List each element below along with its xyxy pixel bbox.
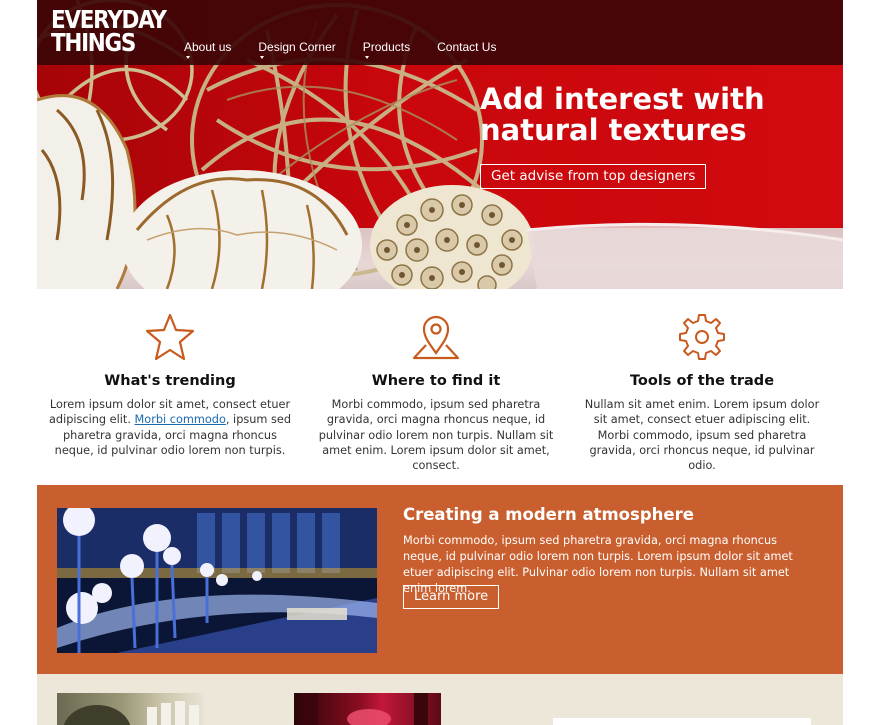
feature-whats-trending: What's trending Lorem ipsum dolor sit am…: [45, 289, 295, 458]
promo-band: Creating a modern atmosphere Morbi commo…: [37, 485, 843, 674]
nav-item-label: About us: [184, 40, 232, 54]
hero-banner: EVERYDAY THINGS About us Design Corner P…: [37, 0, 843, 289]
feature-where-to-find-it: Where to find it Morbi commodo, ipsum se…: [311, 289, 561, 473]
nav-item-label: Contact Us: [437, 40, 497, 54]
map-pin-icon: [412, 315, 460, 360]
caret-down-icon: [260, 56, 265, 59]
nav-item-label: Products: [362, 40, 411, 54]
nav-item-label: Design Corner: [258, 40, 336, 54]
caret-down-icon: [364, 56, 369, 59]
feature-title: What's trending: [104, 373, 236, 389]
top-nav: EVERYDAY THINGS About us Design Corner P…: [37, 0, 843, 65]
page: EVERYDAY THINGS About us Design Corner P…: [37, 0, 843, 725]
feature-link[interactable]: Morbi commodo: [135, 413, 226, 426]
promo-title: Creating a modern atmosphere: [403, 505, 694, 524]
feature-text: Lorem ipsum dolor sit amet, consect etue…: [45, 397, 295, 458]
logo[interactable]: EVERYDAY THINGS: [51, 7, 167, 57]
star-icon: [145, 313, 195, 361]
hero-title-line-1: Add interest with: [480, 82, 765, 116]
bottom-thumbnail-2-art: [304, 693, 428, 725]
feature-text: Nullam sit amet enim. Lorem ipsum dolor …: [584, 398, 820, 473]
nav-item-products[interactable]: Products: [362, 40, 411, 59]
promo-image-art: [57, 508, 377, 653]
nav-item-contact-us[interactable]: Contact Us: [437, 40, 496, 54]
bottom-card: [553, 718, 811, 725]
hero-title-line-2: natural textures: [480, 113, 747, 147]
nav-item-about-us[interactable]: About us: [184, 40, 232, 59]
promo-image: [57, 508, 377, 653]
feature-tools-of-the-trade: Tools of the trade Nullam sit amet enim.…: [577, 289, 827, 473]
bottom-thumbnail-1-art: [63, 701, 199, 725]
logo-line-2: THINGS: [51, 28, 136, 57]
bottom-thumbnail-1[interactable]: [57, 693, 204, 725]
feature-title: Tools of the trade: [629, 373, 775, 389]
main-menu: About us Design Corner Products Contact …: [184, 40, 523, 59]
hero-title: Add interest with natural textures: [480, 84, 820, 146]
learn-more-button[interactable]: Learn more: [403, 585, 500, 609]
bottom-thumbnail-2[interactable]: [294, 693, 441, 725]
nav-item-design-corner[interactable]: Design Corner: [258, 40, 336, 59]
caret-down-icon: [186, 56, 190, 59]
feature-text: Morbi commodo, ipsum sed pharetra gravid…: [318, 398, 554, 473]
features-section: What's trending Lorem ipsum dolor sit am…: [37, 289, 843, 485]
feature-title: Where to find it: [371, 373, 501, 389]
gear-icon: [679, 314, 725, 360]
hero-cta-button[interactable]: Get advise from top designers: [480, 164, 707, 189]
bottom-section: [37, 674, 843, 725]
